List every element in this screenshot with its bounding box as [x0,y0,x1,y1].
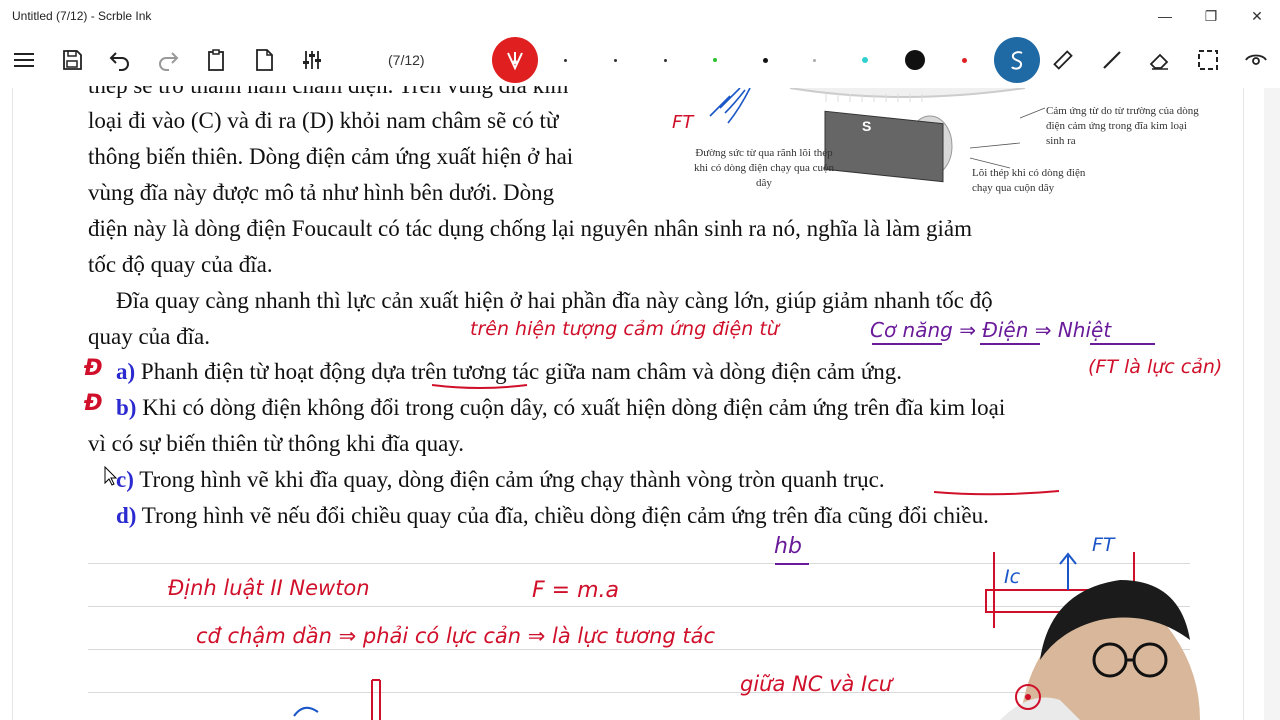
doc-line-2: loại đi vào (C) và đi ra (D) khỏi nam ch… [88,108,559,133]
title-bar: Untitled (7/12) - Scrble Ink — ❐ ✕ [0,0,1280,32]
ruler-icon[interactable] [1047,44,1079,76]
doc-line-5: điện này là dòng điện Foucault có tác dụ… [88,216,973,241]
selection-icon[interactable] [1192,44,1224,76]
doc-line-3: thông biến thiên. Dòng điện cảm ứng xuất… [88,144,574,169]
statement-b-continued: vì có sự biến thiên từ thông khi đĩa qua… [88,431,465,456]
magnet-label: S [862,118,872,134]
doc-line-6: tốc độ quay của đĩa. [88,252,273,277]
line-icon[interactable] [1096,44,1128,76]
annotation-formula: F = m.a [532,578,619,603]
annotation-a-mark: Đ [84,356,103,381]
clipboard-icon[interactable] [200,44,232,76]
figure-caption-right: Cảm ứng từ do từ trường của dòng điện cả… [1046,105,1199,147]
color-swatch-black-small[interactable] [564,59,567,62]
doc-line-8: quay của đĩa. [88,324,210,349]
close-button[interactable]: ✕ [1234,0,1280,32]
annotation-ft-note: (FT là lực cản) [1088,356,1223,378]
annotation-giua-nc: giữa NC và Icư [740,672,893,696]
figure-ft-label: FT [672,112,694,133]
doc-line-4: vùng đĩa này được mô tả như hình bên dướ… [88,180,555,205]
vertical-scrollbar[interactable] [1264,88,1280,720]
statement-a-label: a) [116,359,136,384]
pen-icon [507,52,523,71]
eraser-icon[interactable] [1144,44,1176,76]
figure-caption-bottom: Lõi thép khi có dòng điện chạy qua cuộn … [972,167,1086,194]
page-indicator: (7/12) [388,52,425,68]
pen-tool-button[interactable] [492,37,538,83]
color-swatch-cyan[interactable] [862,57,868,63]
color-swatch-green[interactable] [713,58,717,62]
statement-d-label: d) [116,503,137,528]
toolbar: (7/12) [0,32,1280,88]
statement-d-text: Trong hình vẽ nếu đổi chiều quay của đĩa… [141,503,989,528]
mouse-cursor-icon [104,466,118,486]
statement-a-text: Phanh điện từ hoạt động dựa trên tương t… [140,359,903,384]
color-swatch-gray[interactable] [813,59,816,62]
annotation-ft-right: FT [1092,534,1115,556]
presenter-webcam [1000,580,1200,720]
color-swatch-black-small-3[interactable] [664,59,667,62]
statement-b: b) Khi có dòng điện không đổi trong cuộn… [116,390,1005,426]
save-icon[interactable] [56,44,88,76]
annotation-energy-chain: Cơ năng ⇒ Điện ⇒ Nhiệt [870,318,1112,342]
hb-underline [775,563,809,565]
redo-icon[interactable] [152,44,184,76]
color-swatch-black-small-2[interactable] [614,59,617,62]
doc-line-7: Đĩa quay càng nhanh thì lực cản xuất hiệ… [116,288,993,313]
color-swatch-red[interactable] [962,58,967,63]
restore-button[interactable]: ❐ [1188,0,1234,32]
statement-d: d) Trong hình vẽ nếu đổi chiều quay của … [116,498,989,534]
window-title: Untitled (7/12) - Scrble Ink [12,9,152,23]
statement-c: c) Trong hình vẽ khi đĩa quay, dòng điện… [116,462,885,498]
statement-b-text: Khi có dòng điện không đổi trong cuộn dâ… [142,395,1006,420]
energy-chain-underline [872,343,1155,345]
statement-c-label: c) [116,467,134,492]
minimize-button[interactable]: — [1142,0,1188,32]
bottom-sketch [293,679,381,720]
page-icon[interactable] [248,44,280,76]
lasso-tool-button[interactable] [994,37,1040,83]
view-icon[interactable] [1240,44,1272,76]
color-swatch-black[interactable] [763,58,768,63]
color-swatch-black-large[interactable] [905,50,925,70]
statement-c-text: Trong hình vẽ khi đĩa quay, dòng điện cả… [139,467,885,492]
annotation-cd-cham-dan: cđ chậm dần ⇒ phải có lực cản ⇒ là lực t… [196,624,716,648]
annotation-tren-hien-tuong: trên hiện tượng cảm ứng điện từ [470,318,779,340]
annotation-b-mark: Đ [84,391,103,416]
underline-dua-tren [431,384,528,389]
lasso-icon [1011,51,1023,70]
annotation-hb: hb [774,534,802,559]
figure-caption-left: Đường sức từ qua rãnh lõi thép khi có dò… [694,147,834,189]
menu-icon[interactable] [8,44,40,76]
settings-sliders-icon[interactable] [296,44,328,76]
annotation-newton: Định luật II Newton [168,576,370,600]
undo-icon[interactable] [104,44,136,76]
underline-quanh-truc [933,490,1060,496]
statement-b-label: b) [116,395,137,420]
